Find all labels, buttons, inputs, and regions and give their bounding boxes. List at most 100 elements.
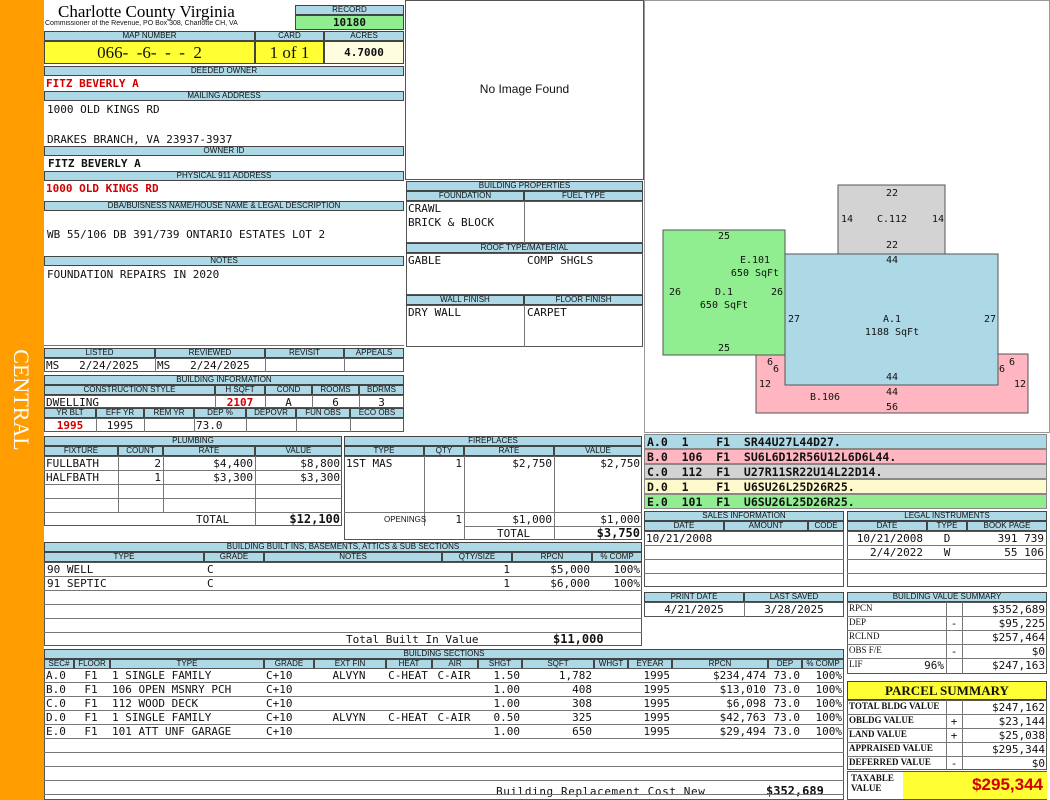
openings-value: $1,000 bbox=[600, 513, 640, 526]
plumbing-rate: $4,400 bbox=[213, 457, 253, 470]
builtins-notes-header: NOTES bbox=[264, 552, 442, 562]
parcel-row-label: APPRAISED VALUE bbox=[849, 743, 933, 753]
sketch-dimension: 14 bbox=[841, 214, 853, 225]
sketch-area-label: A.1 bbox=[883, 314, 901, 325]
builtin-type: 91 SEPTIC bbox=[47, 577, 107, 590]
sketch-area-label: B.106 bbox=[810, 392, 840, 403]
section-rpcn: $42,763 bbox=[719, 711, 766, 724]
notes-label: NOTES bbox=[44, 256, 404, 266]
bvs-sign: - bbox=[950, 617, 958, 630]
plumbing-label: PLUMBING bbox=[44, 436, 342, 446]
section-extfin: ALVYN bbox=[332, 711, 366, 724]
effyr-label: EFF YR bbox=[96, 408, 144, 418]
deeded-owner-label: DEEDED OWNER bbox=[44, 66, 404, 76]
map-number-label: MAP NUMBER bbox=[44, 31, 255, 41]
sketch-dimension: 22 bbox=[886, 240, 898, 251]
last-saved-value: 3/28/2025 bbox=[764, 603, 824, 616]
legal-desc-value: WB 55/106 DB 391/739 ONTARIO ESTATES LOT… bbox=[47, 228, 326, 241]
section-grade: C+10 bbox=[266, 669, 293, 682]
sketch-dimension: 6 bbox=[999, 364, 1005, 375]
no-image-text: No Image Found bbox=[479, 82, 570, 96]
building-properties-label: BUILDING PROPERTIES bbox=[406, 181, 643, 191]
section-sqft: 408 bbox=[572, 683, 592, 696]
section-eyear: 1995 bbox=[643, 697, 671, 710]
section-floor: F1 bbox=[84, 683, 98, 696]
builtins-type-header: TYPE bbox=[44, 552, 204, 562]
section-grade: C+10 bbox=[266, 725, 293, 738]
taxable-value: $295,344 bbox=[903, 772, 1047, 799]
builtin-type: 90 WELL bbox=[47, 563, 94, 576]
mailing-line1: 1000 OLD KINGS RD bbox=[47, 103, 160, 116]
section-eyear: 1995 bbox=[643, 711, 671, 724]
parcel-row-value: $25,038 bbox=[998, 729, 1045, 742]
openings-label: OPENINGS bbox=[384, 515, 427, 524]
builtin-grade: C bbox=[207, 563, 214, 576]
fuel-type-label: FUEL TYPE bbox=[524, 191, 643, 201]
notes-value: FOUNDATION REPAIRS IN 2020 bbox=[47, 268, 220, 281]
building-sections-label: BUILDING SECTIONS bbox=[44, 649, 844, 659]
legal-date-header: DATE bbox=[847, 521, 927, 531]
parcel-row-value: $295,344 bbox=[992, 743, 1045, 756]
sales-code-header: CODE bbox=[808, 521, 844, 531]
plumbing-rate-header: RATE bbox=[163, 446, 255, 456]
funobs-label: FUN OBS bbox=[296, 408, 350, 418]
record-value: 10180 bbox=[295, 15, 404, 30]
sketch-dimension: 6 bbox=[1009, 357, 1015, 368]
section-rpcn: $6,098 bbox=[726, 697, 766, 710]
bvs-value: $352,689 bbox=[992, 603, 1045, 616]
fireplace-qty: 1 bbox=[455, 457, 462, 470]
section-floor: F1 bbox=[84, 711, 98, 724]
section-dep: 73.0 bbox=[773, 697, 801, 710]
legal-date: 2/4/2022 bbox=[870, 546, 923, 559]
plumbing-value: $8,800 bbox=[300, 457, 340, 470]
parcel-row-value: $247,162 bbox=[992, 701, 1045, 714]
building-value-summary-label: BUILDING VALUE SUMMARY bbox=[847, 592, 1047, 602]
hsqft-label: H SQFT bbox=[215, 385, 265, 395]
sketch-code-row: E.0 101 F1 U6SU26L25D26R25. bbox=[644, 494, 1047, 509]
section-floor: F1 bbox=[84, 669, 98, 682]
fireplaces-label: FIREPLACES bbox=[344, 436, 642, 446]
section-dep: 73.0 bbox=[773, 683, 801, 696]
sketch-dimension: 14 bbox=[932, 214, 944, 225]
floor-finish-value: CARPET bbox=[527, 306, 567, 319]
cond-label: COND bbox=[265, 385, 312, 395]
legal-instruments-label: LEGAL INSTRUMENTS bbox=[847, 511, 1047, 521]
section-grade: C+10 bbox=[266, 711, 293, 724]
plumbing-total-label: TOTAL bbox=[196, 513, 230, 526]
builtins-grade-header: GRADE bbox=[204, 552, 264, 562]
section-dep: 73.0 bbox=[773, 669, 801, 682]
section-shgt: 1.00 bbox=[493, 725, 521, 738]
section-shgt: 1.00 bbox=[493, 697, 521, 710]
section-comp: 100% bbox=[815, 711, 843, 724]
section-sqft: 650 bbox=[572, 725, 592, 738]
appeals-label: APPEALS bbox=[344, 348, 404, 358]
physical-address-value: 1000 OLD KINGS RD bbox=[46, 182, 159, 195]
builtin-comp: 100% bbox=[613, 563, 641, 576]
record-label: RECORD bbox=[295, 5, 404, 15]
remyr-label: REM YR bbox=[144, 408, 194, 418]
listed-label: LISTED bbox=[44, 348, 155, 358]
yrblt-value: 1995 bbox=[56, 419, 84, 432]
acres-value: 4.7000 bbox=[324, 41, 404, 64]
parcel-row-label: LAND VALUE bbox=[849, 729, 907, 739]
parcel-summary-label: PARCEL SUMMARY bbox=[847, 681, 1047, 700]
bvs-value: $257,464 bbox=[992, 631, 1045, 644]
section-dep: 73.0 bbox=[773, 711, 801, 724]
physical-address-label: PHYSICAL 911 ADDRESS bbox=[44, 171, 404, 181]
plumbing-value-header: VALUE bbox=[255, 446, 342, 456]
card-value: 1 of 1 bbox=[255, 41, 324, 64]
wall-finish-value: DRY WALL bbox=[408, 306, 461, 319]
parcel-row-value: $0 bbox=[1031, 757, 1045, 770]
section-rpcn: $13,010 bbox=[719, 683, 766, 696]
revisit-label: REVISIT bbox=[265, 348, 344, 358]
plumbing-fixture: HALFBATH bbox=[46, 471, 99, 484]
foundation-value-1: CRAWL bbox=[408, 202, 442, 215]
plumbing-total-value: $12,100 bbox=[289, 512, 340, 526]
legal-book-header: BOOK PAGE bbox=[967, 521, 1047, 531]
legal-book: 55 106 bbox=[1004, 546, 1044, 559]
section-type: 101 ATT UNF GARAGE bbox=[112, 725, 232, 738]
plumbing-rate: $3,300 bbox=[213, 471, 253, 484]
mailing-address-label: MAILING ADDRESS bbox=[44, 91, 404, 101]
parcel-row-sign: + bbox=[950, 729, 958, 742]
section-grade: C+10 bbox=[266, 697, 293, 710]
